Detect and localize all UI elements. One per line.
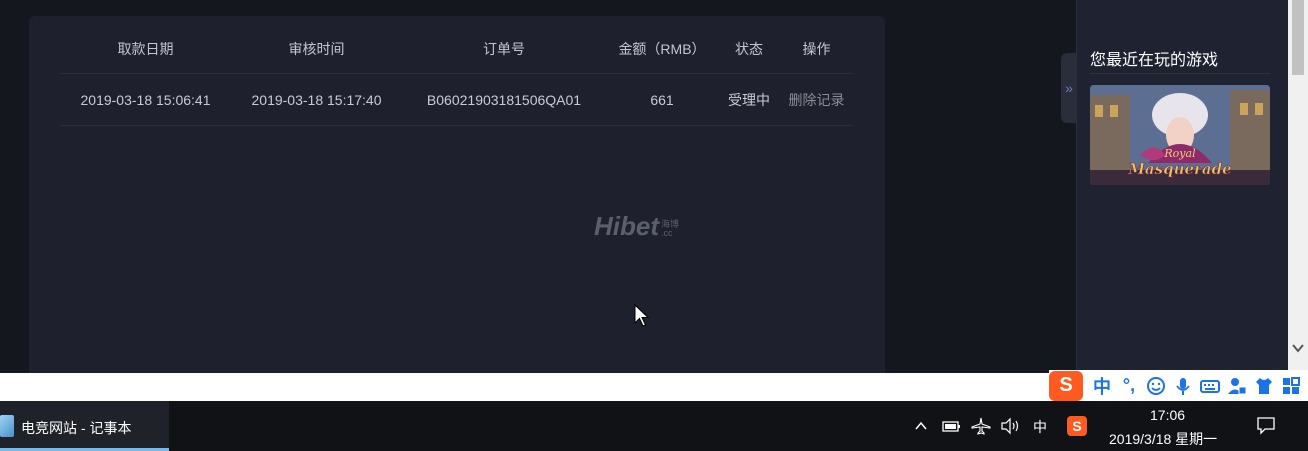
withdrawal-records-panel: 取款日期 审核时间 订单号 金额（RMB） 状态 操作 2019-03-18 1… [29, 16, 885, 373]
clock-time[interactable]: 17:06 [1150, 407, 1185, 423]
sidebar-divider [1090, 73, 1270, 74]
sogou-tray-icon[interactable]: S [1067, 416, 1087, 436]
game-thumbnail-royal-masquerade[interactable]: Royal Masquerade [1090, 85, 1270, 185]
keyboard-icon[interactable] [1199, 375, 1221, 397]
input-language-indicator[interactable]: 中 [1033, 417, 1047, 437]
table-header: 取款日期 审核时间 订单号 金额（RMB） 状态 操作 [60, 24, 853, 74]
table-row: 2019-03-18 15:06:41 2019-03-18 15:17:40 … [60, 75, 853, 126]
grid-icon[interactable] [1280, 375, 1302, 397]
ime-mode-toggle[interactable]: 中 [1091, 375, 1113, 397]
cell-amount: 661 [650, 92, 674, 108]
recent-games-sidebar: 您最近在玩的游戏 Royal Masquerade [1076, 0, 1288, 373]
header-withdraw-date: 取款日期 [117, 40, 174, 57]
hibet-watermark: Hibet 海博 .cc [594, 211, 679, 242]
sogou-logo-icon[interactable]: S [1049, 370, 1083, 401]
sidebar-title: 您最近在玩的游戏 [1090, 52, 1219, 69]
scroll-down-arrow-icon[interactable] [1291, 341, 1305, 355]
watermark-sub-bottom: .cc [661, 228, 673, 238]
cell-withdraw-date: 2019-03-18 15:06:41 [80, 92, 211, 108]
smile-icon[interactable] [1145, 375, 1167, 397]
action-center-icon[interactable] [1256, 415, 1276, 435]
scrollbar-thumb[interactable] [1292, 0, 1304, 75]
watermark-sub: 海博 .cc [661, 220, 679, 238]
notepad-icon [0, 415, 14, 437]
airplane-mode-icon[interactable] [971, 417, 991, 435]
cell-status: 受理中 [728, 92, 770, 108]
shirt-icon[interactable] [1253, 375, 1275, 397]
mouse-cursor-icon [634, 304, 650, 327]
watermark-logo-text: Hibet [594, 211, 659, 241]
clock-date[interactable]: 2019/3/18 星期一 [1109, 429, 1217, 449]
user-icon[interactable] [1226, 375, 1248, 397]
show-hidden-icons-chevron-icon[interactable] [914, 419, 928, 433]
cell-order-no: B06021903181506QA01 [426, 92, 582, 108]
header-action: 操作 [802, 40, 831, 57]
page-scrollbar[interactable] [1288, 0, 1308, 373]
taskbar-item-label: 电竞网站 - 记事本 [21, 420, 132, 436]
header-review-time: 审核时间 [288, 40, 345, 57]
cell-review-time: 2019-03-18 15:17:40 [251, 92, 382, 108]
header-status: 状态 [735, 40, 763, 57]
game-name-line1: Royal [1163, 147, 1196, 160]
header-amount: 金额（RMB） [618, 40, 706, 57]
battery-icon[interactable] [942, 418, 962, 434]
sogou-ime-toolbar: S 中 °, [1049, 370, 1308, 401]
ime-punct-toggle[interactable]: °, [1118, 375, 1140, 397]
game-name-line2: Masquerade [1127, 160, 1231, 178]
header-order-no: 订单号 [483, 40, 525, 57]
windows-taskbar: 电竞网站 - 记事本 中 S 17:06 2019/3/18 星期一 [0, 401, 1308, 451]
game-artwork-icon: Royal Masquerade [1090, 85, 1270, 185]
taskbar-item-notepad[interactable]: 电竞网站 - 记事本 [0, 401, 169, 451]
delete-record-link[interactable]: 删除记录 [780, 90, 853, 110]
sidebar-collapse-button[interactable]: » [1061, 53, 1077, 123]
volume-icon[interactable] [1000, 417, 1022, 435]
mic-icon[interactable] [1172, 375, 1194, 397]
